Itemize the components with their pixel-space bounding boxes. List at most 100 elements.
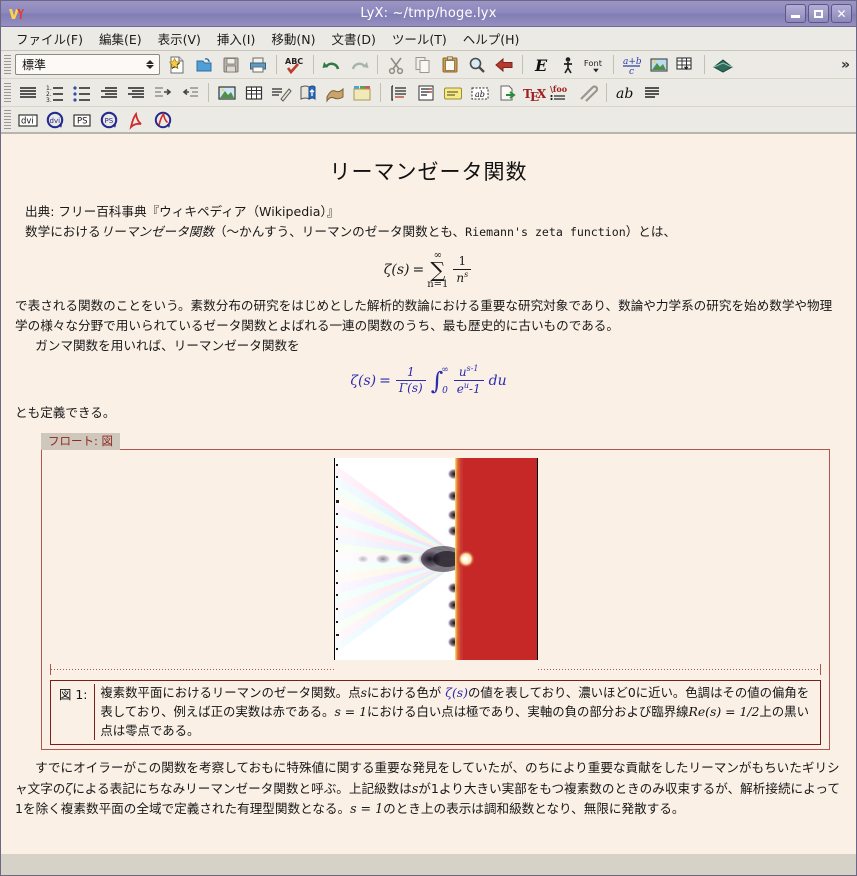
- indent-right-icon[interactable]: [150, 81, 176, 105]
- paragraph-align-icon[interactable]: [15, 81, 41, 105]
- eq2-integrand-num: us-1: [456, 363, 482, 380]
- float-box[interactable]: 図 1: 複素数平面におけるリーマンのゼータ関数。点sにおける色が ζ(s)の値…: [41, 449, 830, 751]
- insert-index-icon[interactable]: ab: [467, 81, 493, 105]
- extra-toolbar: 1. 2. 3. ab T E X \foo ab: [1, 79, 856, 107]
- float-label[interactable]: フロート: 図: [41, 433, 121, 451]
- cap-math-s-eq-1: s = 1: [334, 704, 367, 720]
- paste-icon[interactable]: [437, 53, 463, 77]
- menu-tools[interactable]: ツール(T): [385, 27, 454, 50]
- svg-text:PS: PS: [105, 117, 114, 125]
- svg-text:Font: Font: [584, 57, 603, 67]
- insert-nomenclature-icon[interactable]: \foo: [548, 81, 574, 105]
- equation-zeta-series[interactable]: ζ(s) = ∞ ∑ n=1 1 ns: [15, 250, 842, 290]
- toolbar-overflow-button[interactable]: »: [841, 57, 850, 73]
- paragraph-layout-combo[interactable]: 標準: [15, 54, 160, 75]
- redo-icon[interactable]: [346, 53, 372, 77]
- emphasis-icon[interactable]: E: [528, 53, 554, 77]
- find-replace-icon[interactable]: [464, 53, 490, 77]
- svg-text:c: c: [629, 67, 634, 75]
- paragraph-settings-icon[interactable]: [639, 81, 665, 105]
- menu-navigate[interactable]: 移動(N): [264, 27, 322, 50]
- maximize-icon[interactable]: [808, 4, 829, 23]
- print-icon[interactable]: [245, 53, 271, 77]
- bullet-list-icon[interactable]: [69, 81, 95, 105]
- new-document-icon[interactable]: [164, 53, 190, 77]
- figure-frame: [333, 458, 538, 661]
- insert-table-float-icon[interactable]: [241, 81, 267, 105]
- svg-text:dvi: dvi: [50, 117, 61, 125]
- menu-insert[interactable]: 挿入(I): [210, 27, 262, 50]
- menu-view[interactable]: 表示(V): [151, 27, 208, 50]
- open-document-icon[interactable]: [191, 53, 217, 77]
- toolbar-grip[interactable]: [4, 54, 11, 75]
- insert-figure-float-icon[interactable]: [214, 81, 240, 105]
- copy-icon[interactable]: [410, 53, 436, 77]
- minimize-icon[interactable]: [785, 4, 806, 23]
- eq2-u-exp: s-1: [466, 363, 479, 373]
- svg-text:ab: ab: [475, 90, 485, 99]
- svg-text:dvi: dvi: [21, 116, 34, 126]
- figure-holder[interactable]: [50, 456, 821, 661]
- insert-url-icon[interactable]: [494, 81, 520, 105]
- insert-footnote-icon[interactable]: [268, 81, 294, 105]
- update-ps-icon[interactable]: PS: [96, 108, 122, 132]
- insert-tex-code-icon[interactable]: T E X: [521, 81, 547, 105]
- insert-table-icon[interactable]: [673, 53, 699, 77]
- insert-marginal-note-icon[interactable]: [295, 81, 321, 105]
- eq1-equals: =: [412, 262, 425, 279]
- decrease-depth-icon[interactable]: [96, 81, 122, 105]
- menu-edit[interactable]: 編集(E): [92, 27, 149, 50]
- view-pdf-icon[interactable]: [123, 108, 149, 132]
- cut-icon[interactable]: [383, 53, 409, 77]
- update-pdf-icon[interactable]: [150, 108, 176, 132]
- view-dvi-icon[interactable]: dvi: [15, 108, 41, 132]
- toolbar-separator: [522, 55, 523, 74]
- save-document-icon[interactable]: [218, 53, 244, 77]
- eq1-lhs: ζ(s): [383, 262, 410, 279]
- menubar: ファイル(F) 編集(E) 表示(V) 挿入(I) 移動(N) 文書(D) ツー…: [1, 27, 856, 51]
- caption-number: 図 1:: [59, 687, 88, 703]
- thesaurus-icon[interactable]: [710, 53, 736, 77]
- insert-graphics-icon[interactable]: [646, 53, 672, 77]
- menu-document[interactable]: 文書(D): [324, 27, 382, 50]
- insert-branch-icon[interactable]: [322, 81, 348, 105]
- document-canvas[interactable]: リーマンゼータ関数 出典: フリー百科事典『ウィキペディア（Wikipedia）…: [1, 133, 856, 854]
- update-dvi-icon[interactable]: dvi: [42, 108, 68, 132]
- text-style-icon[interactable]: ab: [612, 81, 638, 105]
- intro-a: 数学における: [25, 224, 101, 240]
- menu-file[interactable]: ファイル(F): [9, 27, 90, 50]
- insert-label-icon[interactable]: [413, 81, 439, 105]
- insert-box-icon[interactable]: [386, 81, 412, 105]
- insert-attachment-icon[interactable]: [575, 81, 601, 105]
- source-line: 出典: フリー百科事典『ウィキペディア（Wikipedia）』: [25, 204, 340, 219]
- figure-caption[interactable]: 図 1: 複素数平面におけるリーマンのゼータ関数。点sにおける色が ζ(s)の値…: [50, 680, 821, 746]
- insert-file-icon[interactable]: [349, 81, 375, 105]
- close-icon[interactable]: ✕: [831, 4, 852, 23]
- toolbar-grip[interactable]: [4, 109, 11, 130]
- figure-float[interactable]: フロート: 図 図 1: 複素数平面におけるリーマンのゼータ関数。点sにおける色…: [15, 429, 842, 751]
- p4-math-s-eq-1: s = 1: [350, 801, 384, 817]
- noun-style-icon[interactable]: [555, 53, 581, 77]
- undo-icon[interactable]: [319, 53, 345, 77]
- equation-zeta-integral[interactable]: ζ(s) = 1 Γ(s) ∫ ∞ 0 us-1 eu-1 du: [15, 363, 842, 397]
- rule-gap-figure: [334, 669, 538, 670]
- toolbar-grip[interactable]: [4, 82, 11, 103]
- eq2-e: e: [456, 382, 464, 397]
- rule-cap-right: [820, 663, 821, 675]
- rule-dots-right: [537, 668, 820, 670]
- toolbar-separator: [613, 55, 614, 74]
- increase-depth-icon[interactable]: [123, 81, 149, 105]
- numbered-list-icon[interactable]: 1. 2. 3.: [42, 81, 68, 105]
- cap-seg1: 複素数平面におけるリーマンのゼータ関数。点: [100, 685, 361, 701]
- menu-help[interactable]: ヘルプ(H): [456, 27, 527, 50]
- riemann-zeta-domain-coloring-image[interactable]: [334, 458, 537, 661]
- navigate-back-icon[interactable]: [491, 53, 517, 77]
- eq2-int-lower: 0: [442, 385, 448, 396]
- insert-note-icon[interactable]: [440, 81, 466, 105]
- view-ps-icon[interactable]: PS: [69, 108, 95, 132]
- font-style-icon[interactable]: Font: [582, 53, 608, 77]
- intro-italic: リーマンゼータ関数: [100, 224, 214, 240]
- math-inline-icon[interactable]: a+b c: [619, 53, 645, 77]
- spellcheck-icon[interactable]: ABC: [282, 53, 308, 77]
- indent-left-icon[interactable]: [177, 81, 203, 105]
